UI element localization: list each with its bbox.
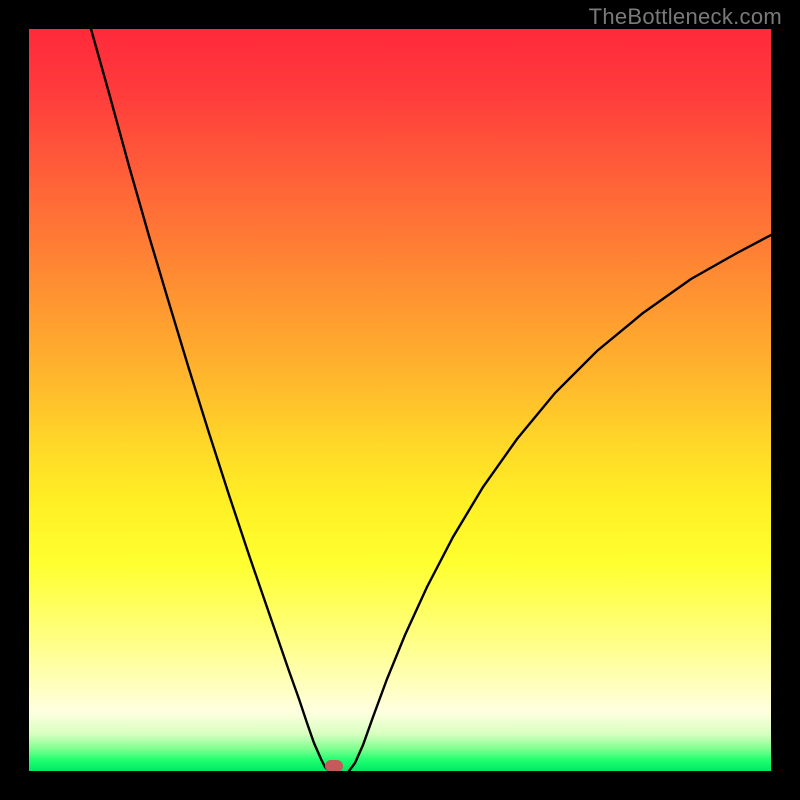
plot-area <box>29 29 771 771</box>
curve-right-branch <box>349 235 771 771</box>
curve-left-branch <box>91 29 329 771</box>
optimum-marker <box>325 760 343 771</box>
attribution-text: TheBottleneck.com <box>589 4 782 30</box>
bottleneck-curve <box>29 29 771 771</box>
